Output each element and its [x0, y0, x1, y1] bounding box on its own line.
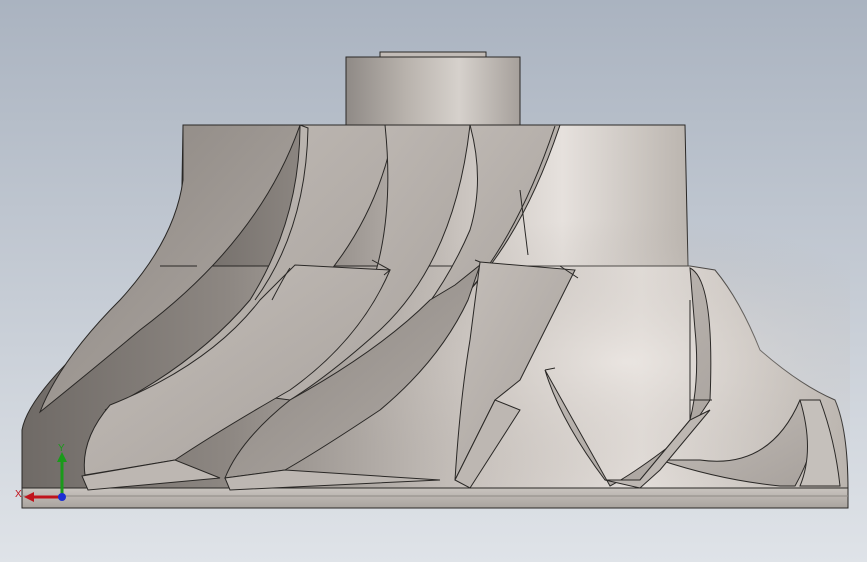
graphics-viewport[interactable]: Y X	[0, 0, 867, 562]
y-axis-label: Y	[58, 443, 65, 454]
z-axis-icon	[58, 493, 66, 501]
coordinate-triad: Y X	[15, 443, 67, 502]
x-axis-label: X	[15, 489, 22, 500]
hub-boss	[345, 51, 521, 128]
x-axis-arrowhead	[24, 492, 34, 502]
backplate	[21, 487, 849, 509]
impeller-model[interactable]	[0, 0, 867, 562]
